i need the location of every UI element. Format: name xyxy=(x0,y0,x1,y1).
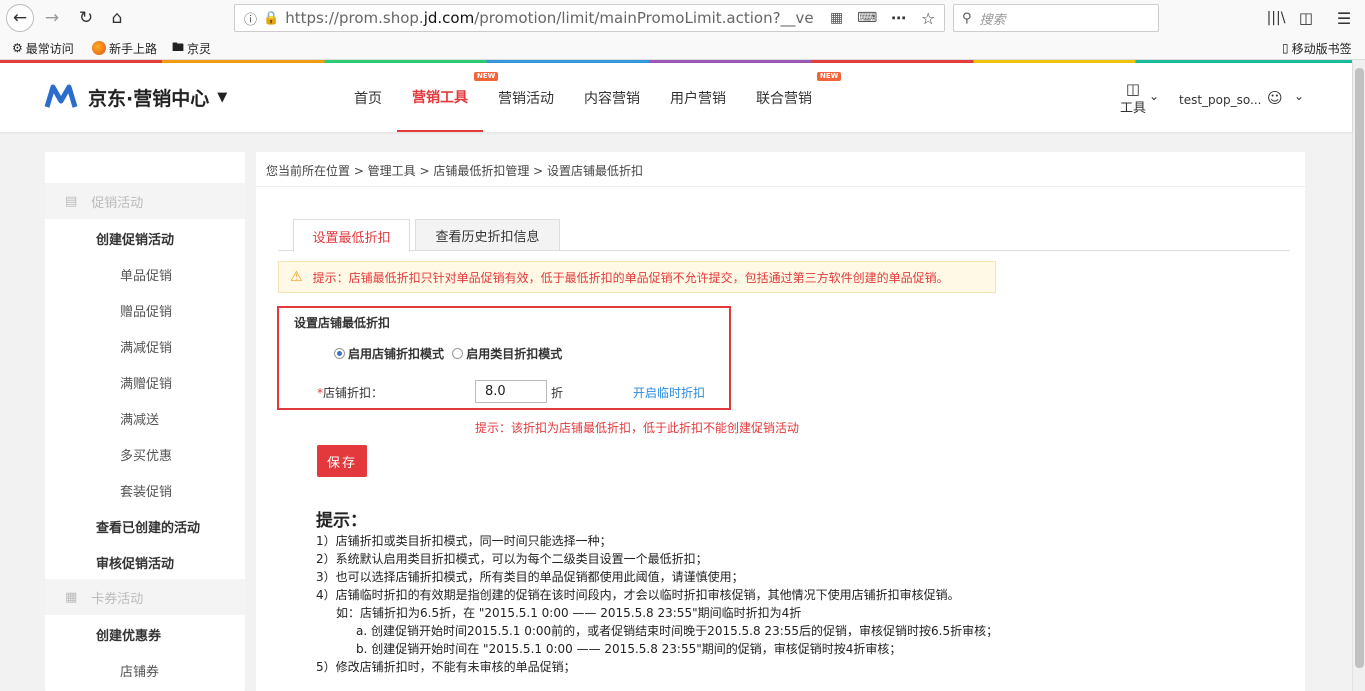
firefox-icon xyxy=(92,41,106,55)
sidebar-item-multi-buy[interactable]: 多买优惠 xyxy=(120,445,172,464)
url-bar[interactable]: ⓘ 🔒 https://prom.shop.jd.com/promotion/l… xyxy=(234,4,945,32)
promo-icon: ▤ xyxy=(65,193,78,209)
nav-home[interactable]: 首页 xyxy=(354,63,382,132)
nav-user-marketing[interactable]: 用户营销 xyxy=(670,63,726,132)
new-badge: NEW xyxy=(817,72,842,81)
nav-marketing-activities[interactable]: 营销活动 xyxy=(498,63,554,132)
username[interactable]: test_pop_so... xyxy=(1179,93,1261,107)
search-icon: ⚲ xyxy=(962,10,972,26)
menu-icon[interactable]: ☰ xyxy=(1330,4,1358,32)
bookmark-jingling[interactable]: 🖿 京灵 xyxy=(172,38,211,58)
chevron-down-icon[interactable]: ⌄ xyxy=(1294,89,1304,103)
page-action-icon[interactable]: ⌨ xyxy=(857,10,877,26)
discount-mode-group: 启用店铺折扣模式 启用类目折扣模式 xyxy=(334,345,562,362)
chevron-down-icon[interactable]: ⌄ xyxy=(1149,89,1159,103)
tip-item: 4）店铺临时折扣的有效期是指创建的促销在该时间段内，才会以临时折扣审核促销，其他… xyxy=(316,588,960,602)
tip-item: 1）店铺折扣或类目折扣模式，同一时间只能选择一种； xyxy=(316,534,612,548)
tip-item: 2）系统默认启用类目折扣模式，可以为每个二级类目设置一个最低折扣； xyxy=(316,552,708,566)
main-panel: 您当前所在位置 > 管理工具 > 店铺最低折扣管理 > 设置店铺最低折扣 设置最… xyxy=(256,152,1305,691)
gear-icon: ⚙ xyxy=(12,41,23,55)
search-input[interactable]: ⚲ 搜索 xyxy=(953,4,1159,32)
scrollbar[interactable] xyxy=(1352,60,1365,691)
bookmark-mobile[interactable]: ▯ 移动版书签 xyxy=(1282,38,1352,58)
tab-divider xyxy=(278,250,1290,251)
caret-down-icon[interactable]: ▼ xyxy=(217,90,227,105)
sidebar-item-full-reduction[interactable]: 满减促销 xyxy=(120,337,172,356)
home-icon[interactable]: ⌂ xyxy=(103,4,131,32)
warning-banner: ⚠ 提示：店铺最低折扣只针对单品促销有效，低于最低折扣的单品促销不允许提交，包括… xyxy=(278,261,996,293)
sidebar-item-create-promotion[interactable]: 创建促销活动 xyxy=(96,229,174,248)
breadcrumb: 您当前所在位置 > 管理工具 > 店铺最低折扣管理 > 设置店铺最低折扣 xyxy=(266,164,644,178)
save-button[interactable]: 保存 xyxy=(317,445,367,477)
divider xyxy=(256,186,1305,187)
url-text: https://prom.shop.jd.com/promotion/limit… xyxy=(285,9,815,27)
info-icon[interactable]: ⓘ xyxy=(244,9,257,28)
sidebar-item-gift[interactable]: 赠品促销 xyxy=(120,301,172,320)
temp-discount-link[interactable]: 开启临时折扣 xyxy=(633,384,705,401)
bookmark-getting-started[interactable]: 新手上路 xyxy=(92,38,157,58)
tips-section: 提示： 1）店铺折扣或类目折扣模式，同一时间只能选择一种； 2）系统默认启用类目… xyxy=(316,512,998,676)
scrollbar-thumb[interactable] xyxy=(1355,68,1364,668)
nav-marketing-tools[interactable]: 营销工具 NEW xyxy=(397,63,499,132)
warning-icon: ⚠ xyxy=(290,269,303,285)
sidebar-item-store-coupon[interactable]: 店铺券 xyxy=(120,661,159,680)
sidebar-item-bundle[interactable]: 套装促销 xyxy=(120,481,172,500)
library-icon[interactable]: |||\ xyxy=(1262,4,1290,32)
sidebar-item-review[interactable]: 审核促销活动 xyxy=(96,553,174,572)
sidebar-group-promotions[interactable]: ▤ 促销活动 xyxy=(45,183,245,219)
forward-icon[interactable]: → xyxy=(38,4,66,32)
tip-example-b: b. 创建促销开始时间在 "2015.5.1 0:00 —— 2015.5.8 … xyxy=(356,642,902,656)
discount-label: *店铺折扣： xyxy=(317,386,384,400)
radio-category-mode[interactable] xyxy=(452,348,464,359)
folder-icon: 🖿 xyxy=(172,39,185,54)
tip-example: 如：店铺折扣为6.5折，在 "2015.5.1 0:00 —— 2015.5.8… xyxy=(336,606,802,620)
tools-menu[interactable]: ◫ 工具 xyxy=(1120,81,1146,116)
site-header: 京东·营销中心 ▼ 首页 营销工具 NEW 营销活动 内容营销 用户营销 联合营销… xyxy=(0,63,1352,132)
new-badge: NEW xyxy=(474,72,499,81)
jd-logo-icon xyxy=(44,84,78,108)
sidebar-item-single-product[interactable]: 单品促销 xyxy=(120,265,172,284)
discount-unit: 折 xyxy=(551,386,564,400)
store-discount-input[interactable]: 8.0 xyxy=(475,380,547,403)
tips-title: 提示： xyxy=(316,511,367,531)
back-icon[interactable]: ← xyxy=(6,4,34,32)
sidebar-group-coupons[interactable]: ▦ 卡券活动 xyxy=(45,579,245,615)
coupon-icon: ▦ xyxy=(65,589,78,605)
more-icon[interactable]: ⋯ xyxy=(891,9,906,27)
tip-item: 3）也可以选择店铺折扣模式，所有类目的单品促销都使用此阈值，请谨慎使用； xyxy=(316,570,744,584)
tab-set-min-discount[interactable]: 设置最低折扣 xyxy=(293,219,410,252)
qr-icon[interactable]: ▦ xyxy=(830,10,843,26)
lock-icon: 🔒 xyxy=(263,10,280,26)
sidebar-item-reduction-gift[interactable]: 满减送 xyxy=(120,409,159,428)
nav-joint-marketing[interactable]: 联合营销 NEW xyxy=(756,63,842,132)
toolbox-icon: ◫ xyxy=(1125,80,1141,98)
star-icon[interactable]: ☆ xyxy=(921,9,935,28)
sidebar-item-view-created[interactable]: 查看已创建的活动 xyxy=(96,517,200,536)
discount-hint: 提示：该折扣为店铺最低折扣，低于此折扣不能创建促销活动 xyxy=(475,421,800,435)
user-icon[interactable]: ☺ xyxy=(1267,89,1283,107)
mobile-icon: ▯ xyxy=(1282,41,1289,55)
nav-content-marketing[interactable]: 内容营销 xyxy=(584,63,640,132)
browser-chrome: ← → ↻ ⌂ ⓘ 🔒 https://prom.shop.jd.com/pro… xyxy=(0,0,1365,60)
tip-item: 5）修改店铺折扣时，不能有未审核的单品促销； xyxy=(316,660,576,674)
reload-icon[interactable]: ↻ xyxy=(72,4,100,32)
sidebar-item-create-coupon[interactable]: 创建优惠券 xyxy=(96,625,161,644)
section-title: 设置店铺最低折扣 xyxy=(294,316,391,330)
tip-example-a: a. 创建促销开始时间2015.5.1 0:00前的，或者促销结束时间晚于201… xyxy=(356,624,999,638)
tab-history[interactable]: 查看历史折扣信息 xyxy=(415,219,560,251)
sidebar-item-full-gift[interactable]: 满赠促销 xyxy=(120,373,172,392)
logo[interactable]: 京东·营销中心 ▼ xyxy=(44,83,227,111)
sidebar: ▤ 促销活动 创建促销活动 单品促销 赠品促销 满减促销 满赠促销 满减送 多买优… xyxy=(45,152,245,691)
sidebar-icon[interactable]: ◫ xyxy=(1292,4,1320,32)
bookmark-most-visited[interactable]: ⚙ 最常访问 xyxy=(12,38,74,58)
radio-store-mode[interactable] xyxy=(334,348,345,359)
logo-text: 京东·营销中心 xyxy=(88,87,210,110)
